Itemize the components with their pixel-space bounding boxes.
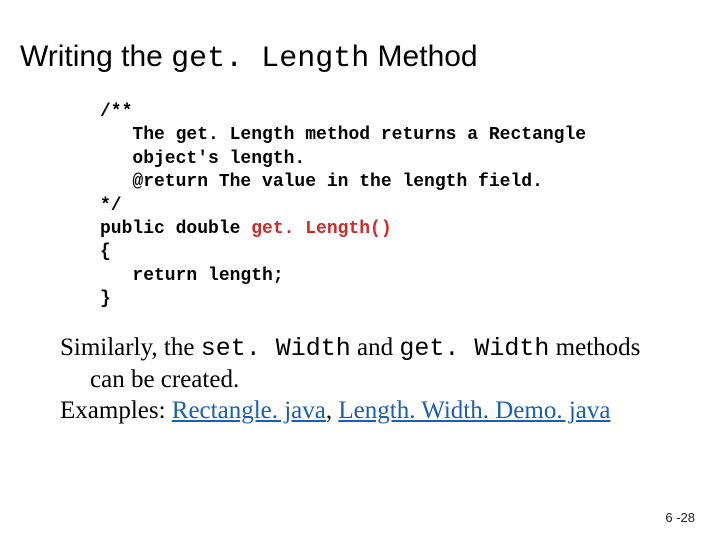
code-line-9: } <box>100 289 111 309</box>
title-mono: get. Length <box>171 42 369 76</box>
code-line-2: The get. Length method returns a Rectang… <box>100 125 586 145</box>
body-text: Similarly, the set. Width and get. Width… <box>60 332 700 427</box>
body-p1a: Similarly, the <box>60 334 201 361</box>
body-setwidth: set. Width <box>201 334 351 363</box>
code-line-1: /** <box>100 102 132 122</box>
body-p3a: Examples: <box>60 397 172 424</box>
code-line-8: return length; <box>100 266 284 286</box>
slide: Writing the get. Length Method /** The g… <box>0 0 720 426</box>
link-rectangle-java[interactable]: Rectangle. java <box>172 397 326 424</box>
code-line-6a: public double <box>100 219 251 239</box>
code-method-name: get. Length() <box>251 219 391 239</box>
title-pre: Writing the <box>20 40 171 73</box>
title-post: Method <box>369 40 477 73</box>
page-title: Writing the get. Length Method <box>20 40 700 76</box>
body-sep: , <box>326 397 339 424</box>
code-line-5: */ <box>100 196 122 216</box>
code-block: /** The get. Length method returns a Rec… <box>100 101 700 312</box>
body-getwidth: get. Width <box>399 334 549 363</box>
body-p1c: and <box>351 334 400 361</box>
body-p1e: methods <box>549 334 640 361</box>
code-line-7: { <box>100 242 111 262</box>
code-line-3: object's length. <box>100 149 305 169</box>
body-p2: can be created. <box>90 364 700 395</box>
code-line-4: @return The value in the length field. <box>100 172 543 192</box>
page-number: 6 -28 <box>665 510 695 525</box>
link-lengthwidthdemo-java[interactable]: Length. Width. Demo. java <box>338 397 610 424</box>
